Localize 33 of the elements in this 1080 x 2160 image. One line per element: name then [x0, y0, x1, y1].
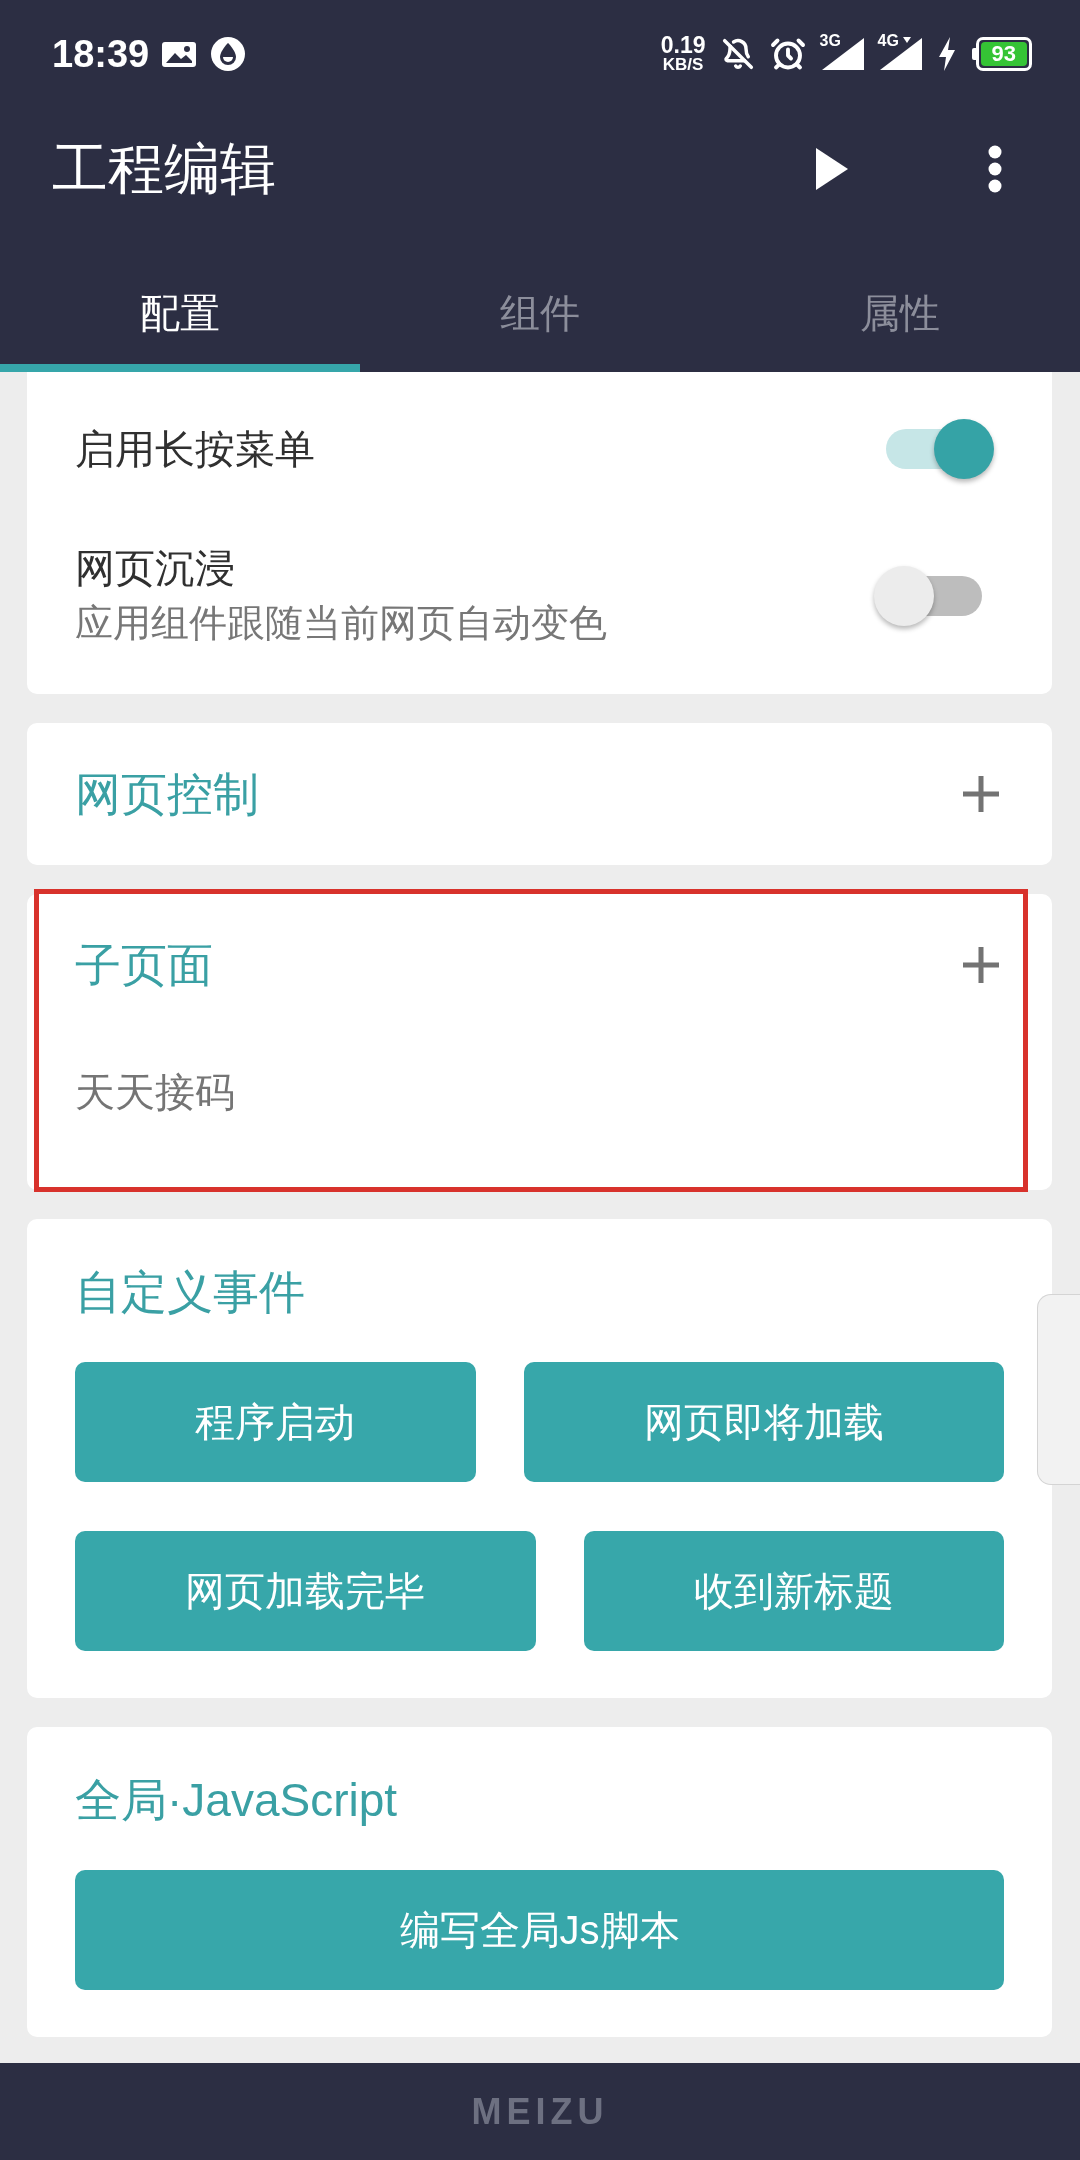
section-title: 自定义事件 [75, 1266, 305, 1318]
network-type: 3G [819, 33, 841, 49]
list-item[interactable]: 天天接码 [75, 1066, 235, 1118]
section-title: 子页面 [75, 939, 213, 991]
network-type: 4G [877, 33, 899, 49]
alarm-clock-icon [769, 36, 806, 72]
app-bar-title: 工程编辑 [52, 141, 276, 197]
section-title: 全局·JavaScript [75, 1774, 398, 1826]
event-button[interactable]: 收到新标题 [583, 1531, 1004, 1651]
play-icon[interactable] [816, 148, 848, 190]
section-title: 网页控制 [75, 768, 259, 820]
charging-bolt-icon [937, 37, 956, 71]
status-time: 18:39 [52, 35, 150, 73]
edge-handle[interactable] [1037, 1294, 1080, 1485]
event-button[interactable]: 程序启动 [75, 1362, 476, 1482]
event-button[interactable]: 编写全局Js脚本 [75, 1870, 1004, 1990]
tab[interactable]: 组件 [360, 230, 720, 372]
event-button[interactable]: 网页即将加载 [523, 1362, 1004, 1482]
setting-label: 网页沉浸 [75, 545, 236, 592]
image-icon [162, 41, 197, 67]
plus-icon[interactable] [963, 947, 999, 983]
network-speed-value: 0.19 [660, 34, 706, 56]
bell-off-icon [721, 37, 754, 71]
event-button[interactable]: 网页加载完毕 [75, 1531, 536, 1651]
setting-label: 启用长按菜单 [75, 426, 315, 473]
brand-logo: MEIZU [471, 2093, 609, 2130]
setting-description: 应用组件跟随当前网页自动变色 [75, 601, 607, 646]
tab[interactable]: 属性 [720, 230, 1080, 372]
more-options-icon[interactable] [988, 145, 1002, 193]
plus-icon[interactable] [963, 776, 999, 812]
drop-icon [211, 37, 246, 71]
network-speed-unit: KB/S [662, 56, 704, 74]
battery-indicator: 93 [971, 37, 1032, 71]
